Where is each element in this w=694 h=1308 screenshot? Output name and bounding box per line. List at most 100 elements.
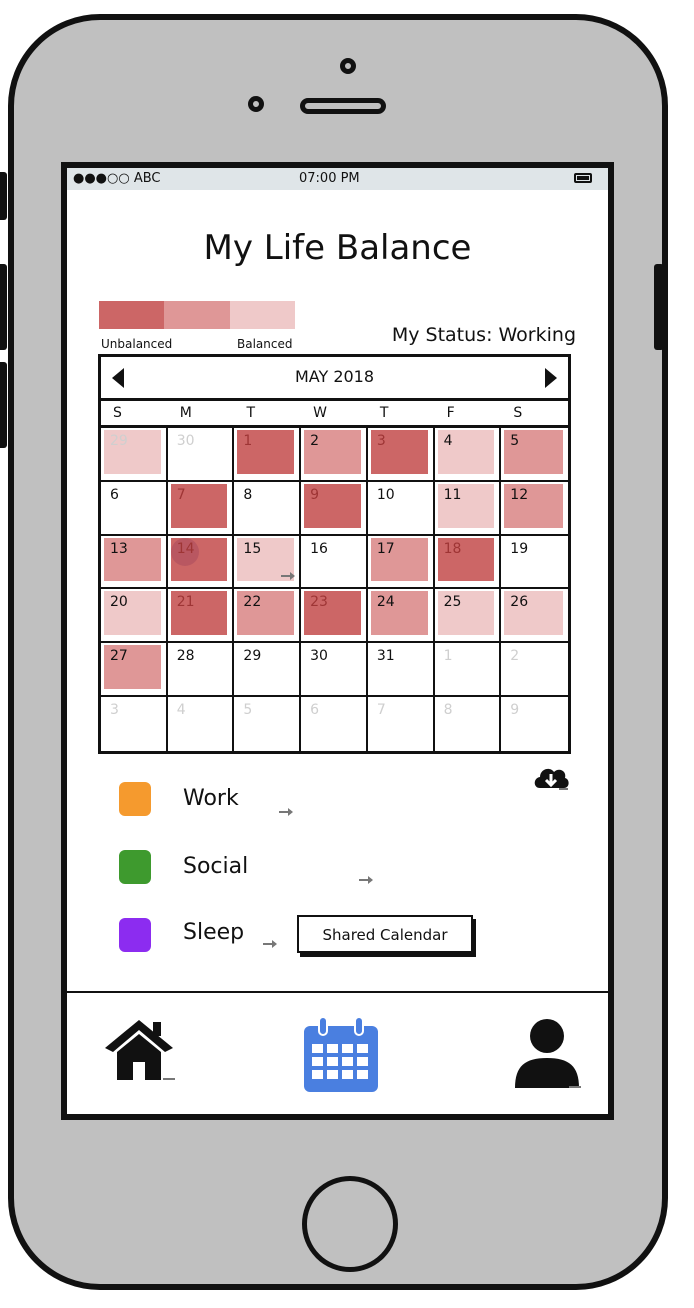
calendar-day-cell[interactable]: 11 [434, 481, 502, 536]
calendar-day-cell[interactable]: 9 [501, 697, 568, 751]
weekday-label: S [513, 405, 523, 421]
sleep-color-swatch[interactable] [119, 918, 151, 952]
camera-dot [340, 58, 356, 74]
calendar-day-cell[interactable]: 15 [234, 535, 302, 590]
calendar-day-cell[interactable]: 4 [434, 428, 502, 482]
calendar-day-cell[interactable]: 7 [368, 697, 435, 751]
calendar-day-cell[interactable]: 12 [501, 482, 568, 536]
page-title: My Life Balance [203, 228, 472, 268]
calendar-day-cell[interactable]: 20 [101, 589, 168, 644]
calendar-day-cell[interactable]: 16 [301, 535, 368, 590]
power-button [654, 264, 664, 350]
day-number: 26 [510, 594, 529, 611]
status-bar: ●●●○○ ABC 07:00 PM [67, 168, 608, 190]
day-number: 13 [110, 540, 128, 557]
battery-icon [574, 173, 592, 183]
calendar-day-cell[interactable]: 13 [101, 535, 168, 590]
calendar-day-cell[interactable]: 24 [367, 589, 435, 644]
day-number: 7 [376, 702, 386, 719]
day-number: 6 [110, 486, 119, 503]
day-number: 12 [510, 486, 529, 503]
arrow-right-icon[interactable] [545, 368, 557, 388]
calendar-day-cell[interactable]: 29 [234, 643, 302, 698]
calendar-day-cell[interactable]: 5 [234, 697, 302, 751]
category-label-social: Social [183, 854, 249, 879]
category-label-sleep: Sleep [183, 920, 245, 945]
weekday-label: T [379, 405, 389, 421]
legend-swatch-mid [164, 301, 230, 329]
calendar-day-cell[interactable]: 21 [167, 589, 235, 644]
day-number: 2 [510, 648, 520, 665]
volume-up-button [0, 264, 7, 350]
calendar-day-cell[interactable]: 1 [434, 643, 502, 698]
calendar-day-cell[interactable]: 3 [101, 697, 168, 751]
day-number: 6 [310, 702, 320, 719]
day-number: 11 [443, 486, 462, 503]
legend-swatch-balanced [229, 301, 295, 329]
calendar-day-cell[interactable]: 25 [434, 589, 502, 644]
calendar-day-cell[interactable]: 1 [234, 428, 302, 482]
day-number: 8 [243, 486, 253, 503]
weekday-label: F [446, 405, 455, 421]
day-number: 19 [510, 540, 529, 557]
day-number: 31 [376, 648, 395, 665]
home-icon[interactable] [101, 1014, 181, 1090]
calendar-day-cell[interactable]: 19 [501, 536, 568, 590]
calendar-day-cell[interactable]: 22 [234, 589, 302, 644]
calendar-day-cell[interactable]: 10 [367, 481, 435, 536]
calendar-day-cell[interactable]: 30 [301, 643, 368, 698]
calendar-day-cell[interactable]: 9 [301, 481, 368, 536]
link-arrow-icon [281, 572, 296, 581]
calendar-day-cell[interactable]: 14 [167, 535, 235, 590]
shared-calendar-button[interactable]: Shared Calendar [297, 915, 473, 953]
calendar-day-cell[interactable]: 3 [367, 428, 435, 482]
calendar-day-cell[interactable]: 31 [367, 643, 435, 698]
social-color-swatch[interactable] [119, 850, 151, 884]
calendar-day-cell[interactable]: 26 [501, 589, 568, 644]
weekday-row: S M T W T F S [101, 401, 568, 428]
calendar-icon[interactable] [301, 1014, 381, 1098]
day-number: 4 [443, 433, 453, 449]
calendar-day-cell[interactable]: 29 [101, 428, 168, 482]
calendar-day-cell[interactable]: 23 [301, 589, 368, 644]
calendar-day-cell[interactable]: 30 [167, 428, 235, 482]
user-icon[interactable] [507, 1016, 587, 1100]
day-number: 29 [243, 648, 262, 665]
calendar-day-cell[interactable]: 5 [501, 428, 568, 482]
month-label: MAY 2018 [294, 367, 375, 386]
day-number: 8 [443, 702, 453, 719]
sensor-dot [248, 96, 264, 112]
day-number: 3 [110, 702, 119, 719]
calendar-day-cell[interactable]: 2 [301, 428, 368, 482]
day-number: 25 [443, 594, 462, 611]
day-number: 16 [310, 540, 328, 557]
calendar-day-cell[interactable]: 17 [367, 535, 435, 590]
calendar-day-cell[interactable]: 4 [168, 697, 235, 751]
calendar-day-cell[interactable]: 18 [434, 535, 502, 590]
link-arrow-icon [359, 876, 373, 884]
day-number: 22 [243, 594, 262, 611]
calendar-day-cell[interactable]: 6 [101, 481, 168, 536]
day-number: 2 [310, 433, 320, 449]
calendar-day-cell[interactable]: 8 [435, 697, 502, 751]
day-number: 23 [310, 594, 328, 611]
weekday-label: T [246, 405, 255, 421]
calendar-day-cell[interactable]: 28 [167, 643, 235, 698]
day-number: 28 [176, 648, 195, 665]
calendar-day-cell[interactable]: 2 [501, 643, 568, 698]
work-color-swatch[interactable] [119, 782, 151, 816]
calendar-day-cell[interactable]: 7 [167, 481, 235, 536]
weekday-label: S [113, 405, 122, 421]
carrier-label: ●●●○○ ABC [73, 171, 161, 186]
cloud-download-icon[interactable] [531, 762, 571, 800]
home-button[interactable] [302, 1176, 398, 1272]
arrow-left-icon[interactable] [112, 368, 124, 388]
day-number: 30 [310, 648, 328, 665]
calendar-day-cell[interactable]: 6 [301, 697, 368, 751]
day-number: 4 [176, 702, 186, 719]
calendar-day-cell[interactable]: 8 [234, 481, 302, 536]
day-number: 20 [110, 594, 128, 611]
calendar-day-cell[interactable]: 27 [101, 643, 168, 698]
day-number: 1 [443, 648, 453, 665]
day-number: 15 [243, 540, 262, 557]
